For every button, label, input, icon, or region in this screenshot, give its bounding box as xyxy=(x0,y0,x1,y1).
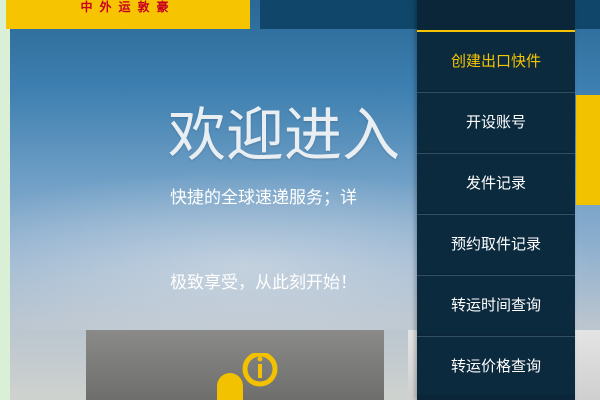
menu-item-pickup-history[interactable]: 预约取件记录 xyxy=(417,214,575,273)
menu-item-shipment-history[interactable]: 发件记录 xyxy=(417,153,575,212)
yellow-banner-edge xyxy=(576,95,600,205)
hero-title: 欢迎进入 xyxy=(168,101,401,169)
menu-item-transit-time[interactable]: 转运时间查询 xyxy=(417,275,575,334)
menu-header-space xyxy=(417,0,575,28)
left-background-strip xyxy=(0,0,10,400)
hero-slogan: 极致享受，从此刻开始！ xyxy=(170,273,357,293)
hero-tagline: 快捷的全球速递服务；详 xyxy=(170,188,357,208)
dropdown-menu: 创建出口快件 开设账号 发件记录 预约取件记录 转运时间查询 转运价格查询 xyxy=(417,0,575,400)
info-person-icon xyxy=(217,353,278,400)
company-logo[interactable]: 中外运敦豪 xyxy=(6,0,250,29)
menu-item-transit-price[interactable]: 转运价格查询 xyxy=(417,336,575,395)
menu-item-create-export-shipment[interactable]: 创建出口快件 xyxy=(417,30,575,90)
menu-item-open-account[interactable]: 开设账号 xyxy=(417,92,575,151)
